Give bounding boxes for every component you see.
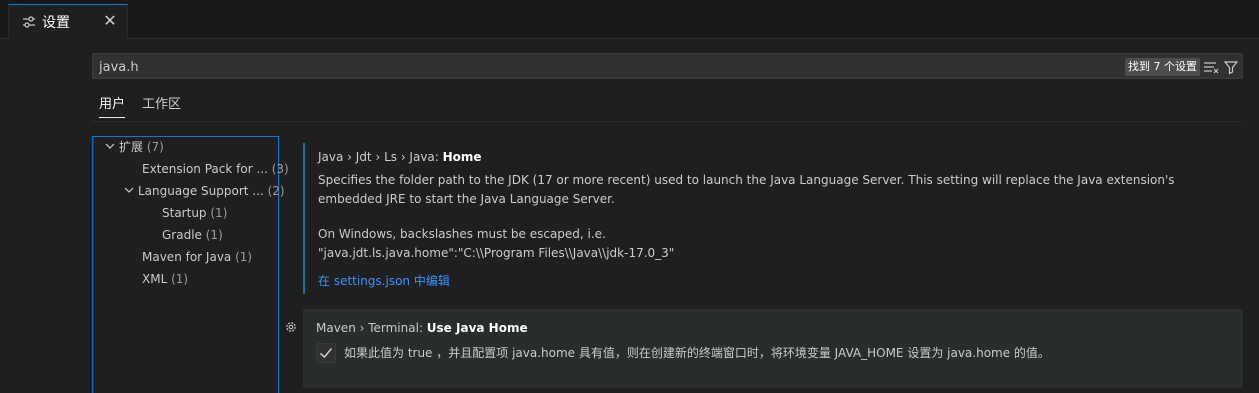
search-input[interactable]	[99, 58, 799, 76]
toc-label: Gradle	[162, 228, 202, 242]
toc-count: (3)	[271, 162, 289, 176]
toc-count: (1)	[205, 228, 223, 242]
filter-icon[interactable]	[1222, 58, 1240, 76]
setting-maven-terminal-use-java-home: Maven › Terminal: Use Java Home 如果此值为 tr…	[303, 309, 1243, 388]
toc-count: (1)	[171, 272, 189, 286]
chevron-down-icon	[124, 182, 138, 202]
settings-sliders-icon	[22, 15, 36, 29]
checkmark-icon	[320, 348, 333, 359]
setting-java-jdt-ls-java-home: Java › Jdt › Ls › Java: Home Specifies t…	[303, 143, 1243, 294]
setting-name: Home	[442, 150, 482, 164]
toc-label: 扩展	[119, 140, 144, 154]
toc-count: (1)	[210, 206, 228, 220]
tab-user-scope[interactable]: 用户	[99, 96, 126, 118]
settings-toc: 扩展 (7) Extension Pack for ... (3) Langua…	[92, 136, 289, 393]
toc-item-maven-for-java[interactable]: Maven for Java (1)	[142, 247, 252, 267]
toc-label: Extension Pack for ...	[142, 162, 268, 176]
setting-title: Java › Jdt › Ls › Java: Home	[318, 150, 482, 164]
close-icon[interactable]: ✕	[101, 12, 119, 30]
tab-workspace-scope[interactable]: 工作区	[142, 96, 181, 118]
clear-filter-lines-icon[interactable]	[1202, 58, 1220, 76]
result-count-badge: 找到 7 个设置	[1125, 58, 1200, 76]
toc-item-extension-pack[interactable]: Extension Pack for ... (3)	[142, 159, 289, 179]
setting-title: Maven › Terminal: Use Java Home	[316, 321, 528, 335]
toc-label: Startup	[162, 206, 207, 220]
setting-note-line: On Windows, backslashes must be escaped,…	[318, 227, 606, 241]
setting-description: Specifies the folder path to the JDK (17…	[318, 173, 1175, 206]
toc-label: XML	[142, 272, 168, 286]
chevron-down-icon	[105, 138, 119, 158]
setting-breadcrumb: Maven › Terminal:	[316, 321, 427, 335]
toc-item-extensions[interactable]: 扩展 (7)	[105, 137, 164, 157]
tab-label: 设置	[42, 15, 70, 31]
gear-icon[interactable]	[284, 319, 298, 333]
use-java-home-checkbox[interactable]	[316, 343, 336, 363]
settings-search-box: 找到 7 个设置	[92, 53, 1243, 79]
toc-item-language-support[interactable]: Language Support ... (2)	[124, 181, 285, 201]
toc-item-gradle[interactable]: Gradle (1)	[162, 225, 223, 245]
toc-count: (7)	[146, 140, 164, 154]
setting-description: 如果此值为 true ，并且配置项 java.home 具有值，则在创建新的终端…	[344, 346, 1050, 360]
scope-divider	[92, 121, 1243, 122]
toc-item-xml[interactable]: XML (1)	[142, 269, 188, 289]
setting-name: Use Java Home	[426, 321, 528, 335]
setting-note-example: "java.jdt.ls.java.home":"C:\\Program Fil…	[318, 246, 675, 260]
toc-count: (2)	[267, 184, 285, 198]
editor-tab-bar: 设置 ✕	[0, 0, 1259, 39]
toc-item-startup[interactable]: Startup (1)	[162, 203, 227, 223]
edit-in-settings-json-link[interactable]: 在 settings.json 中编辑	[318, 272, 450, 289]
setting-breadcrumb: Java › Jdt › Ls › Java:	[318, 150, 443, 164]
toc-label: Maven for Java	[142, 250, 232, 264]
toc-count: (1)	[235, 250, 253, 264]
tab-settings[interactable]: 设置 ✕	[8, 4, 128, 39]
toc-label: Language Support ...	[138, 184, 264, 198]
